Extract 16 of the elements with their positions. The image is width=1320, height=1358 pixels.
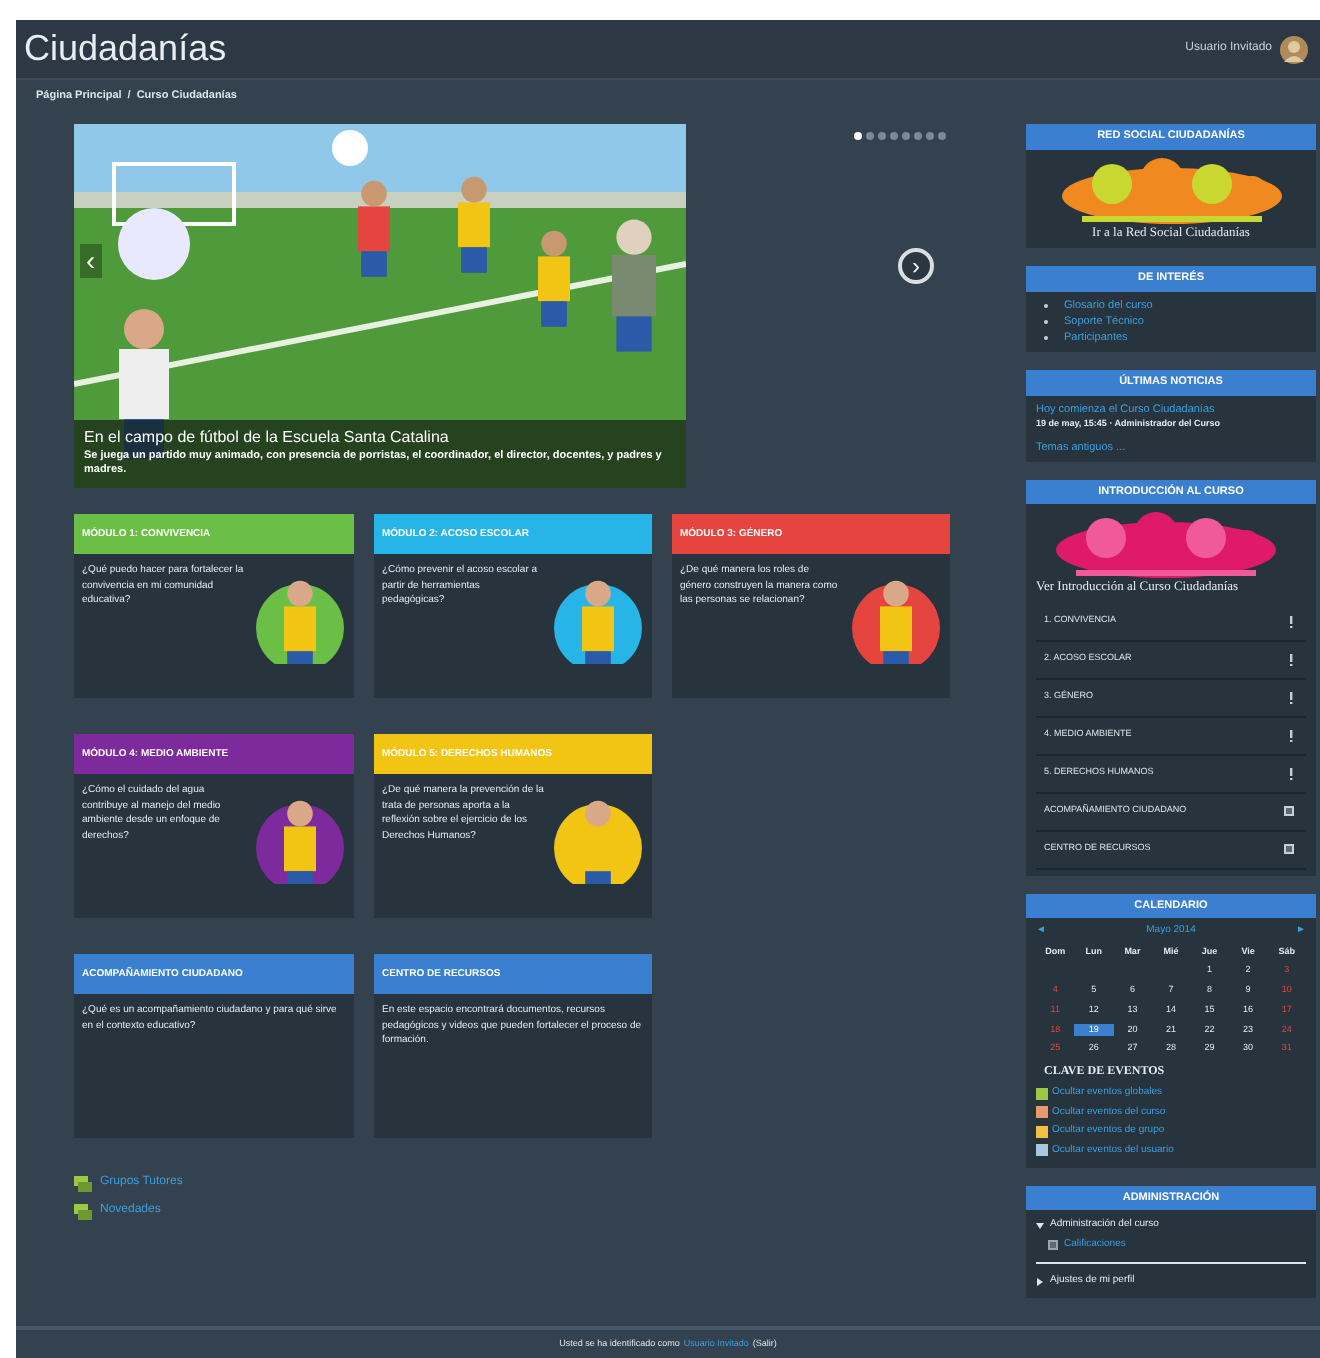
exclamation-icon	[1288, 691, 1294, 704]
exclamation-icon	[1288, 767, 1294, 780]
avatar-icon	[1280, 35, 1308, 63]
slide-indicator[interactable]	[854, 132, 862, 141]
square-icon	[1284, 844, 1294, 855]
exclamation-icon	[1288, 729, 1294, 742]
expanded-arrow-icon[interactable]	[1036, 1222, 1044, 1230]
exclamation-icon	[1288, 653, 1294, 666]
exclamation-icon	[1288, 615, 1294, 628]
collapsed-arrow-icon[interactable]	[1036, 1278, 1044, 1286]
grades-icon	[1048, 1240, 1058, 1250]
site-title[interactable]: Ciudadanías	[24, 22, 227, 76]
slide-caption-title: En el campo de fútbol de la Escuela Santa Catalina	[84, 425, 451, 450]
square-icon	[1284, 806, 1294, 817]
previous-slide-button[interactable]: ‹	[80, 244, 102, 279]
next-slide-button[interactable]: ›	[898, 248, 934, 285]
